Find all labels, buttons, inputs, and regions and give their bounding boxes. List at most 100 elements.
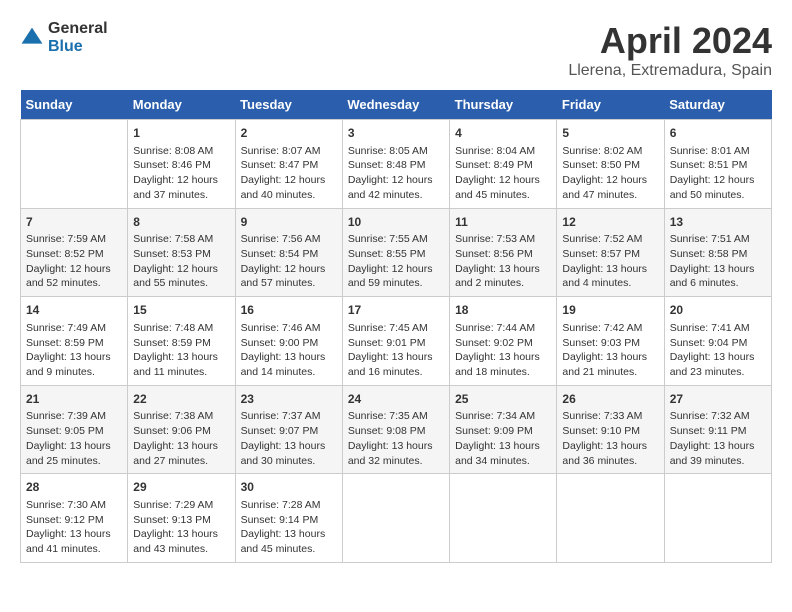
calendar-cell <box>557 474 664 563</box>
day-info: Sunrise: 7:44 AM Sunset: 9:02 PM Dayligh… <box>455 321 551 380</box>
day-number: 21 <box>26 391 122 408</box>
calendar-cell: 12Sunrise: 7:52 AM Sunset: 8:57 PM Dayli… <box>557 208 664 297</box>
calendar-cell: 30Sunrise: 7:28 AM Sunset: 9:14 PM Dayli… <box>235 474 342 563</box>
day-number: 1 <box>133 125 229 142</box>
day-number: 4 <box>455 125 551 142</box>
day-info: Sunrise: 8:07 AM Sunset: 8:47 PM Dayligh… <box>241 144 337 203</box>
day-number: 17 <box>348 302 444 319</box>
day-number: 10 <box>348 214 444 231</box>
day-number: 16 <box>241 302 337 319</box>
day-number: 23 <box>241 391 337 408</box>
day-number: 18 <box>455 302 551 319</box>
day-info: Sunrise: 7:55 AM Sunset: 8:55 PM Dayligh… <box>348 232 444 291</box>
main-title: April 2024 <box>568 20 772 62</box>
day-number: 2 <box>241 125 337 142</box>
calendar-cell: 18 Sunrise: 7:44 AM Sunset: 9:02 PM Dayli… <box>450 297 557 386</box>
calendar-cell: 9Sunrise: 7:56 AM Sunset: 8:54 PM Daylig… <box>235 208 342 297</box>
day-number: 5 <box>562 125 658 142</box>
day-info: Sunrise: 7:51 AM Sunset: 8:58 PM Dayligh… <box>670 232 766 291</box>
day-info: Sunrise: 8:05 AM Sunset: 8:48 PM Dayligh… <box>348 144 444 203</box>
day-number: 15 <box>133 302 229 319</box>
day-number: 28 <box>26 479 122 496</box>
week-row-2: 7Sunrise: 7:59 AM Sunset: 8:52 PM Daylig… <box>21 208 772 297</box>
day-number: 3 <box>348 125 444 142</box>
day-number: 30 <box>241 479 337 496</box>
weekday-header-friday: Friday <box>557 90 664 120</box>
logo-icon <box>20 26 44 50</box>
week-row-3: 14Sunrise: 7:49 AM Sunset: 8:59 PM Dayli… <box>21 297 772 386</box>
weekday-header-tuesday: Tuesday <box>235 90 342 120</box>
day-number: 11 <box>455 214 551 231</box>
calendar-cell: 22Sunrise: 7:38 AM Sunset: 9:06 PM Dayli… <box>128 385 235 474</box>
calendar-cell: 11Sunrise: 7:53 AM Sunset: 8:56 PM Dayli… <box>450 208 557 297</box>
day-info: Sunrise: 7:48 AM Sunset: 8:59 PM Dayligh… <box>133 321 229 380</box>
weekday-header-row: SundayMondayTuesdayWednesdayThursdayFrid… <box>21 90 772 120</box>
weekday-header-saturday: Saturday <box>664 90 771 120</box>
day-number: 20 <box>670 302 766 319</box>
day-info: Sunrise: 7:42 AM Sunset: 9:03 PM Dayligh… <box>562 321 658 380</box>
calendar-cell: 27Sunrise: 7:32 AM Sunset: 9:11 PM Dayli… <box>664 385 771 474</box>
calendar-cell <box>342 474 449 563</box>
day-number: 7 <box>26 214 122 231</box>
day-info: Sunrise: 7:56 AM Sunset: 8:54 PM Dayligh… <box>241 232 337 291</box>
day-info: Sunrise: 7:39 AM Sunset: 9:05 PM Dayligh… <box>26 409 122 468</box>
day-info: Sunrise: 7:34 AM Sunset: 9:09 PM Dayligh… <box>455 409 551 468</box>
day-number: 12 <box>562 214 658 231</box>
calendar-cell: 26Sunrise: 7:33 AM Sunset: 9:10 PM Dayli… <box>557 385 664 474</box>
day-number: 19 <box>562 302 658 319</box>
day-number: 22 <box>133 391 229 408</box>
calendar-table: SundayMondayTuesdayWednesdayThursdayFrid… <box>20 90 772 563</box>
day-number: 9 <box>241 214 337 231</box>
logo-line1: General <box>48 20 108 38</box>
calendar-cell <box>664 474 771 563</box>
day-number: 25 <box>455 391 551 408</box>
day-info: Sunrise: 8:01 AM Sunset: 8:51 PM Dayligh… <box>670 144 766 203</box>
calendar-cell: 23Sunrise: 7:37 AM Sunset: 9:07 PM Dayli… <box>235 385 342 474</box>
calendar-cell: 28Sunrise: 7:30 AM Sunset: 9:12 PM Dayli… <box>21 474 128 563</box>
logo-text: General Blue <box>48 20 108 56</box>
calendar-cell: 17 Sunrise: 7:45 AM Sunset: 9:01 PM Dayli… <box>342 297 449 386</box>
calendar-cell: 13Sunrise: 7:51 AM Sunset: 8:58 PM Dayli… <box>664 208 771 297</box>
day-number: 24 <box>348 391 444 408</box>
day-number: 14 <box>26 302 122 319</box>
calendar-cell: 1Sunrise: 8:08 AM Sunset: 8:46 PM Daylig… <box>128 120 235 209</box>
weekday-header-sunday: Sunday <box>21 90 128 120</box>
calendar-cell: 5 Sunrise: 8:02 AM Sunset: 8:50 PM Daylig… <box>557 120 664 209</box>
subtitle: Llerena, Extremadura, Spain <box>568 62 772 80</box>
calendar-cell: 21Sunrise: 7:39 AM Sunset: 9:05 PM Dayli… <box>21 385 128 474</box>
day-info: Sunrise: 7:29 AM Sunset: 9:13 PM Dayligh… <box>133 498 229 557</box>
day-info: Sunrise: 7:53 AM Sunset: 8:56 PM Dayligh… <box>455 232 551 291</box>
day-info: Sunrise: 7:59 AM Sunset: 8:52 PM Dayligh… <box>26 232 122 291</box>
calendar-cell: 25Sunrise: 7:34 AM Sunset: 9:09 PM Dayli… <box>450 385 557 474</box>
day-number: 8 <box>133 214 229 231</box>
day-info: Sunrise: 8:02 AM Sunset: 8:50 PM Dayligh… <box>562 144 658 203</box>
title-section: April 2024 Llerena, Extremadura, Spain <box>568 20 772 80</box>
calendar-cell: 8Sunrise: 7:58 AM Sunset: 8:53 PM Daylig… <box>128 208 235 297</box>
day-number: 26 <box>562 391 658 408</box>
calendar-cell: 6 Sunrise: 8:01 AM Sunset: 8:51 PM Daylig… <box>664 120 771 209</box>
weekday-header-wednesday: Wednesday <box>342 90 449 120</box>
calendar-cell: 20 Sunrise: 7:41 AM Sunset: 9:04 PM Dayli… <box>664 297 771 386</box>
day-info: Sunrise: 7:33 AM Sunset: 9:10 PM Dayligh… <box>562 409 658 468</box>
calendar-cell: 7Sunrise: 7:59 AM Sunset: 8:52 PM Daylig… <box>21 208 128 297</box>
calendar-cell: 15 Sunrise: 7:48 AM Sunset: 8:59 PM Dayli… <box>128 297 235 386</box>
logo: General Blue <box>20 20 108 56</box>
day-info: Sunrise: 7:41 AM Sunset: 9:04 PM Dayligh… <box>670 321 766 380</box>
calendar-cell: 3 Sunrise: 8:05 AM Sunset: 8:48 PM Daylig… <box>342 120 449 209</box>
day-info: Sunrise: 8:04 AM Sunset: 8:49 PM Dayligh… <box>455 144 551 203</box>
calendar-cell <box>450 474 557 563</box>
day-info: Sunrise: 7:38 AM Sunset: 9:06 PM Dayligh… <box>133 409 229 468</box>
calendar-cell: 10Sunrise: 7:55 AM Sunset: 8:55 PM Dayli… <box>342 208 449 297</box>
logo-line2: Blue <box>48 38 108 56</box>
calendar-cell: 16 Sunrise: 7:46 AM Sunset: 9:00 PM Dayli… <box>235 297 342 386</box>
day-info: Sunrise: 7:35 AM Sunset: 9:08 PM Dayligh… <box>348 409 444 468</box>
day-number: 6 <box>670 125 766 142</box>
day-info: Sunrise: 7:46 AM Sunset: 9:00 PM Dayligh… <box>241 321 337 380</box>
weekday-header-thursday: Thursday <box>450 90 557 120</box>
day-number: 27 <box>670 391 766 408</box>
calendar-cell: 2 Sunrise: 8:07 AM Sunset: 8:47 PM Daylig… <box>235 120 342 209</box>
day-number: 29 <box>133 479 229 496</box>
week-row-4: 21Sunrise: 7:39 AM Sunset: 9:05 PM Dayli… <box>21 385 772 474</box>
day-info: Sunrise: 7:45 AM Sunset: 9:01 PM Dayligh… <box>348 321 444 380</box>
day-number: 13 <box>670 214 766 231</box>
